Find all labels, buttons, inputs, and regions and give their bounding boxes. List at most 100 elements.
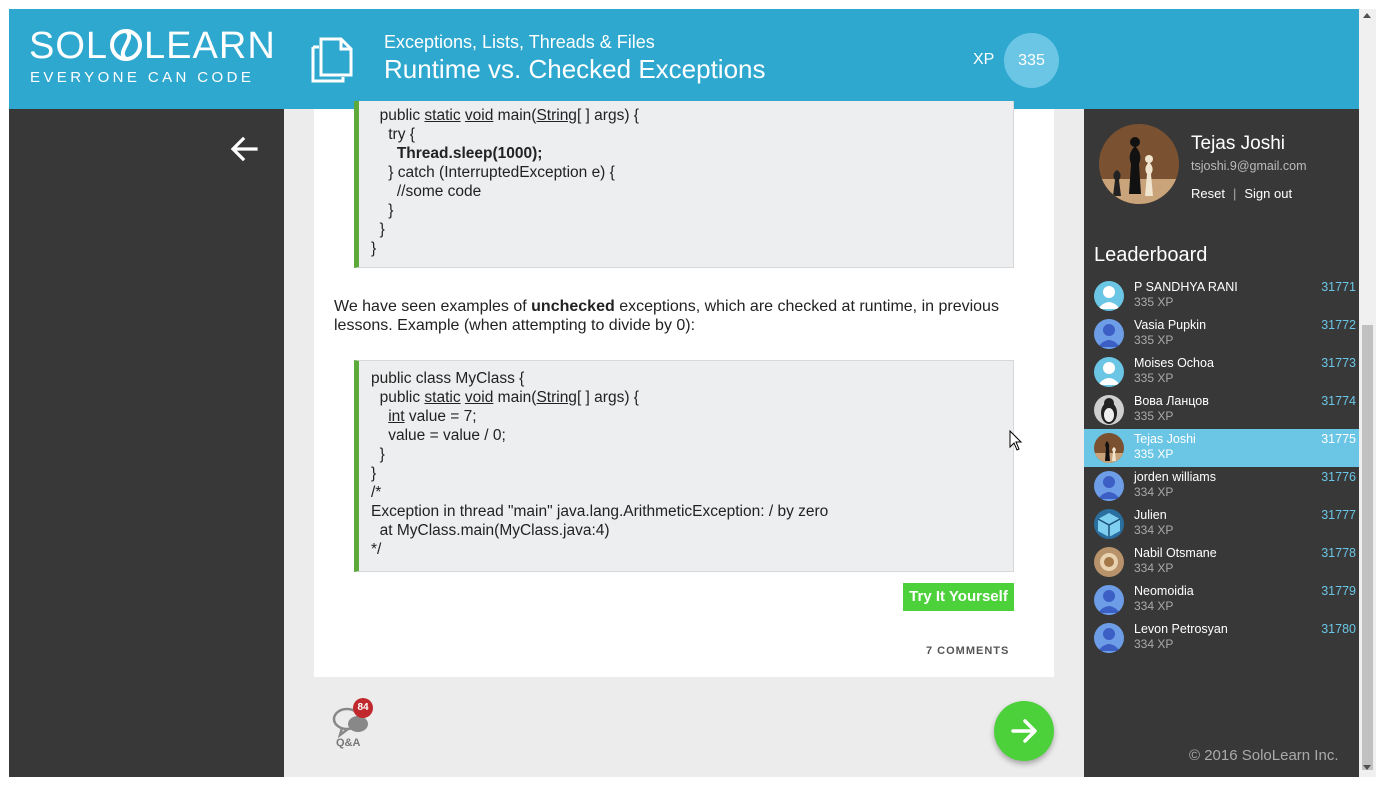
code-token: static	[424, 389, 461, 406]
logo[interactable]: SOL LEARN	[29, 25, 276, 68]
code-block-2: public class MyClass { public static voi…	[354, 360, 1014, 572]
code-line: */	[371, 541, 382, 558]
lesson-main: public static void main(String[ ] args) …	[284, 101, 1084, 777]
leaderboard-row[interactable]: Neomoidia 334 XP 31779	[1084, 581, 1359, 619]
logo-tagline: EVERYONE CAN CODE	[30, 69, 255, 86]
app-window: SOL LEARN EVERYONE CAN CODE Exceptions, L…	[9, 9, 1359, 777]
leaderboard-name: Levon Petrosyan	[1134, 622, 1228, 636]
leaderboard-name: Tejas Joshi	[1134, 432, 1196, 446]
leaderboard-name: Вова Ланцов	[1134, 394, 1209, 408]
code-line: }	[371, 240, 377, 257]
leaderboard-xp: 334 XP	[1134, 523, 1174, 537]
leaderboard-row[interactable]: Вова Ланцов 335 XP 31774	[1084, 391, 1359, 429]
leaderboard-xp: 334 XP	[1134, 485, 1174, 499]
leaderboard-xp: 335 XP	[1134, 447, 1174, 461]
sign-out-link[interactable]: Sign out	[1244, 186, 1292, 201]
leaderboard-xp: 335 XP	[1134, 409, 1174, 423]
code-line: at MyClass.main(MyClass.java:4)	[371, 522, 610, 539]
leaderboard-rank: 31777	[1321, 508, 1356, 522]
leaderboard-row[interactable]: jorden williams 334 XP 31776	[1084, 467, 1359, 505]
back-arrow-icon[interactable]	[228, 133, 260, 165]
code-line: public class MyClass {	[371, 370, 525, 387]
lesson-card: public static void main(String[ ] args) …	[314, 101, 1054, 677]
xp-badge: 335	[1004, 33, 1059, 88]
code-token: String	[536, 389, 577, 406]
code-line: }	[371, 202, 394, 219]
leaderboard-row[interactable]: Moises Ochoa 335 XP 31773	[1084, 353, 1359, 391]
leaderboard-rank: 31776	[1321, 470, 1356, 484]
code-line: Exception in thread "main" java.lang.Ari…	[371, 503, 829, 520]
xp-label: XP	[973, 51, 995, 68]
leaderboard-row[interactable]: Julien 334 XP 31777	[1084, 505, 1359, 543]
code-line: }	[371, 221, 385, 238]
logo-swirl-icon	[110, 29, 143, 61]
leaderboard-rank: 31779	[1321, 584, 1356, 598]
logo-text-left: SOL	[29, 25, 109, 67]
code-line: /*	[371, 484, 382, 501]
paragraph-text: We have seen examples of	[334, 298, 532, 315]
default-user-avatar-icon	[1094, 281, 1124, 311]
leaderboard-rank: 31771	[1321, 280, 1356, 294]
leaderboard-row-current-user[interactable]: Tejas Joshi 335 XP 31775	[1084, 429, 1359, 467]
header-bar: SOL LEARN EVERYONE CAN CODE Exceptions, L…	[9, 9, 1359, 109]
leaderboard-name: Neomoidia	[1134, 584, 1194, 598]
left-nav-panel	[9, 109, 284, 777]
chess-avatar-icon	[1094, 433, 1124, 463]
lesson-paragraph: We have seen examples of unchecked excep…	[334, 297, 1034, 335]
code-token: String	[536, 107, 577, 124]
leaderboard-row[interactable]: Nabil Otsmane 334 XP 31778	[1084, 543, 1359, 581]
code-line: public static void main(String[ ] args) …	[371, 389, 639, 406]
code-token: void	[464, 389, 494, 406]
blue-user-avatar-icon	[1094, 471, 1124, 501]
leaderboard-row[interactable]: Vasia Pupkin 335 XP 31772	[1084, 315, 1359, 353]
scrollbar-thumb[interactable]	[1362, 325, 1373, 770]
code-token: static	[424, 107, 461, 124]
code-block-1: public static void main(String[ ] args) …	[354, 101, 1014, 268]
copyright: © 2016 SoloLearn Inc.	[1189, 747, 1339, 764]
photo-avatar-icon	[1094, 547, 1124, 577]
user-email: tsjoshi.9@gmail.com	[1191, 159, 1307, 173]
scroll-up-arrow-icon[interactable]	[1363, 13, 1371, 18]
code-line: value = value / 0;	[371, 427, 506, 444]
code-line: Thread.sleep(1000);	[371, 144, 1001, 163]
leaderboard-rank: 31772	[1321, 318, 1356, 332]
mouse-cursor-icon	[1009, 430, 1023, 451]
try-it-yourself-button[interactable]: Try It Yourself	[903, 583, 1014, 611]
code-line: try {	[371, 126, 415, 143]
default-user-avatar-icon	[1094, 357, 1124, 387]
qa-button[interactable]: 84 Q&A	[332, 698, 376, 753]
leaderboard-rank: 31775	[1321, 432, 1356, 446]
blue-user-avatar-icon	[1094, 585, 1124, 615]
reset-link[interactable]: Reset	[1191, 186, 1225, 201]
leaderboard-xp: 334 XP	[1134, 637, 1174, 651]
avatar[interactable]	[1099, 124, 1179, 204]
leaderboard-rank: 31774	[1321, 394, 1356, 408]
lesson-title: Runtime vs. Checked Exceptions	[384, 54, 766, 84]
qa-count-badge: 84	[353, 698, 373, 718]
leaderboard-rank: 31780	[1321, 622, 1356, 636]
code-line: } catch (InterruptedException e) {	[371, 164, 615, 181]
leaderboard-name: Julien	[1134, 508, 1167, 522]
next-button[interactable]	[994, 701, 1054, 761]
paragraph-bold: unchecked	[531, 298, 615, 315]
leaderboard-row[interactable]: Levon Petrosyan 334 XP 31780	[1084, 619, 1359, 657]
leaderboard-title: Leaderboard	[1094, 244, 1208, 266]
comments-link[interactable]: 7 COMMENTS	[926, 645, 1009, 657]
leaderboard-name: Moises Ochoa	[1134, 356, 1214, 370]
user-links: Reset | Sign out	[1191, 186, 1292, 201]
cube-avatar-icon	[1094, 509, 1124, 539]
code-token: void	[464, 107, 494, 124]
leaderboard-row[interactable]: P SANDHYA RANI 335 XP 31771	[1084, 277, 1359, 315]
arrow-right-icon	[1011, 719, 1037, 743]
code-line: }	[371, 465, 377, 482]
lesson-pages-icon	[311, 37, 353, 83]
leaderboard-rank: 31778	[1321, 546, 1356, 560]
link-separator: |	[1232, 186, 1237, 201]
leaderboard-xp: 335 XP	[1134, 371, 1174, 385]
code-line: int value = 7;	[388, 408, 477, 425]
qa-label: Q&A	[336, 737, 361, 749]
scroll-down-arrow-icon[interactable]	[1363, 765, 1371, 770]
leaderboard-xp: 335 XP	[1134, 333, 1174, 347]
leaderboard-name: Vasia Pupkin	[1134, 318, 1207, 332]
vertical-scrollbar[interactable]	[1359, 9, 1376, 777]
